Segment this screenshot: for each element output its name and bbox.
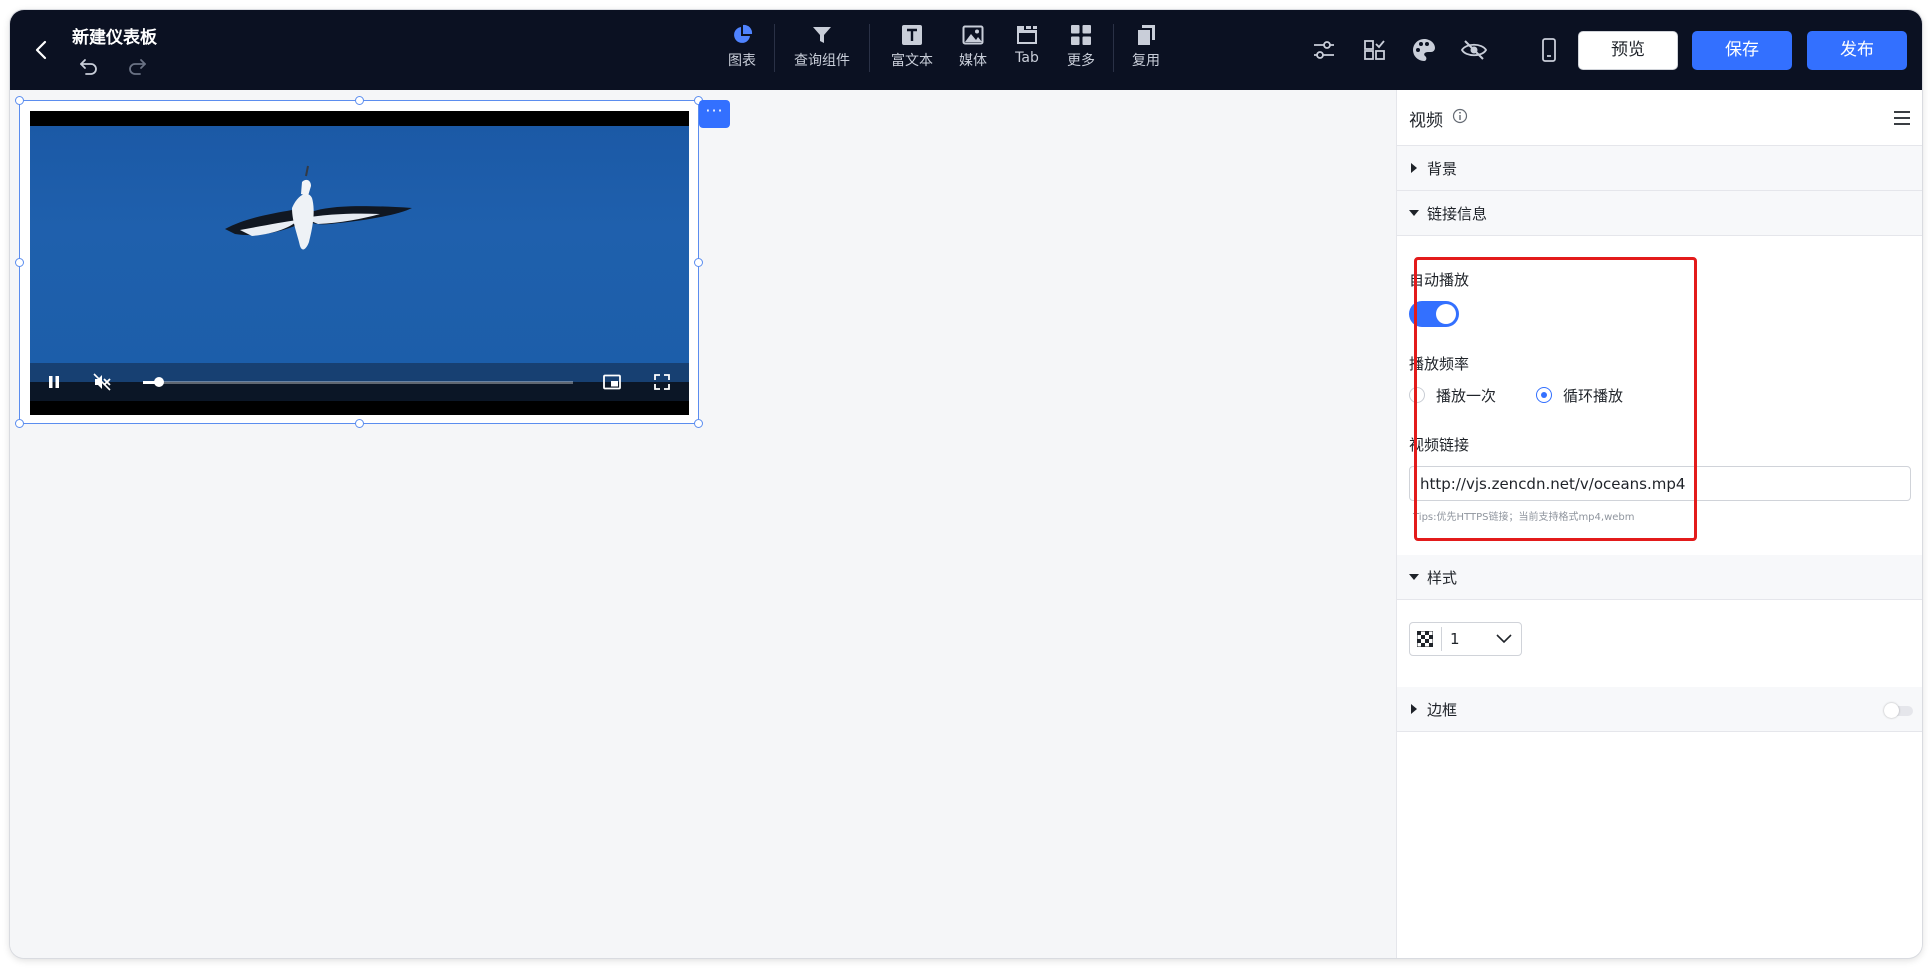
app-window: 新建仪表板 图表 查询组件 富文本 媒体 Tab 更多 复用 预览 保存 发布 … — [10, 10, 1922, 958]
resize-handle[interactable] — [15, 419, 24, 428]
opacity-value: 1 — [1450, 630, 1460, 648]
border-toggle[interactable] — [1884, 703, 1913, 718]
toolbar-label: 复用 — [1132, 53, 1160, 69]
toolbar-label: Tab — [1015, 50, 1039, 66]
palette-icon[interactable] — [1409, 35, 1439, 65]
panel-header: 视频 — [1397, 90, 1922, 146]
pie-chart-icon — [734, 24, 753, 43]
section-title: 样式 — [1427, 569, 1458, 587]
toolbar-label: 富文本 — [891, 53, 933, 69]
video-controls — [30, 363, 689, 401]
resize-handle[interactable] — [355, 96, 364, 105]
toolbar-query[interactable]: 查询组件 — [790, 24, 854, 84]
tab-icon — [1017, 26, 1037, 44]
toolbar-divider — [1113, 24, 1114, 72]
mobile-icon[interactable] — [1534, 35, 1564, 65]
video-progress-thumb[interactable] — [153, 377, 164, 387]
select-divider — [1441, 627, 1442, 651]
section-border[interactable]: 边框 — [1397, 687, 1922, 732]
publish-button[interactable]: 发布 — [1807, 31, 1907, 70]
undo-icon[interactable] — [76, 53, 102, 79]
dashboard-canvas[interactable]: ··· — [10, 90, 1396, 958]
widget-more-button[interactable]: ··· — [699, 100, 730, 128]
toolbar-divider — [869, 24, 870, 72]
toolbar-label: 图表 — [728, 53, 756, 69]
sliders-icon[interactable] — [1309, 35, 1339, 65]
video-progress-bar[interactable] — [143, 377, 573, 387]
section-title: 边框 — [1427, 701, 1458, 719]
pause-icon[interactable] — [44, 372, 64, 392]
checkerboard-icon — [1417, 631, 1433, 647]
copy-icon — [1138, 25, 1155, 45]
eye-off-icon[interactable] — [1459, 35, 1489, 65]
section-style[interactable]: 样式 — [1397, 555, 1922, 600]
section-title: 背景 — [1427, 160, 1458, 178]
panel-title: 视频 — [1409, 111, 1443, 131]
toolbar-more[interactable]: 更多 — [1064, 24, 1098, 84]
chevron-down-icon — [1496, 634, 1512, 644]
toolbar-divider — [774, 24, 775, 72]
back-arrow-icon[interactable] — [28, 36, 56, 64]
filter-icon — [813, 27, 831, 43]
top-bar: 新建仪表板 图表 查询组件 富文本 媒体 Tab 更多 复用 预览 保存 发布 — [10, 10, 1922, 90]
section-background[interactable]: 背景 — [1397, 146, 1922, 191]
resize-handle[interactable] — [15, 96, 24, 105]
checklist-icon[interactable] — [1359, 35, 1389, 65]
toolbar-tab[interactable]: Tab — [1012, 24, 1042, 84]
fullscreen-icon[interactable] — [652, 372, 672, 392]
video-player[interactable] — [30, 111, 689, 415]
grid-icon — [1071, 25, 1091, 45]
image-icon — [962, 25, 984, 45]
toggle-knob — [1884, 703, 1899, 718]
section-link-info[interactable]: 链接信息 — [1397, 191, 1922, 236]
panel-menu-icon[interactable] — [1893, 110, 1911, 126]
dashboard-title[interactable]: 新建仪表板 — [72, 23, 157, 48]
section-title: 链接信息 — [1427, 205, 1488, 223]
toolbar-label: 媒体 — [959, 53, 987, 69]
toolbar-label: 查询组件 — [794, 53, 850, 69]
resize-handle[interactable] — [694, 419, 703, 428]
opacity-select[interactable]: 1 — [1409, 622, 1522, 656]
caret-right-icon — [1411, 163, 1417, 173]
bird-image — [225, 165, 412, 250]
toolbar-media[interactable]: 媒体 — [956, 24, 990, 84]
picture-in-picture-icon[interactable] — [602, 372, 622, 392]
toolbar-label: 更多 — [1067, 53, 1095, 69]
caret-down-icon — [1409, 574, 1419, 580]
resize-handle[interactable] — [355, 419, 364, 428]
save-button[interactable]: 保存 — [1692, 31, 1792, 70]
info-icon[interactable] — [1452, 108, 1468, 124]
preview-button[interactable]: 预览 — [1578, 31, 1678, 70]
caret-right-icon — [1411, 704, 1417, 714]
video-widget[interactable] — [15, 96, 703, 428]
redo-icon[interactable] — [124, 53, 150, 79]
resize-handle[interactable] — [15, 258, 24, 267]
volume-muted-icon[interactable] — [92, 372, 112, 392]
toolbar-reuse[interactable]: 复用 — [1129, 24, 1163, 84]
highlight-box — [1414, 257, 1697, 541]
video-frame — [30, 126, 689, 382]
toolbar-rich-text[interactable]: 富文本 — [888, 24, 936, 84]
resize-handle[interactable] — [694, 258, 703, 267]
toolbar-chart[interactable]: 图表 — [720, 24, 764, 84]
caret-down-icon — [1409, 210, 1419, 216]
rich-text-icon — [902, 25, 922, 45]
